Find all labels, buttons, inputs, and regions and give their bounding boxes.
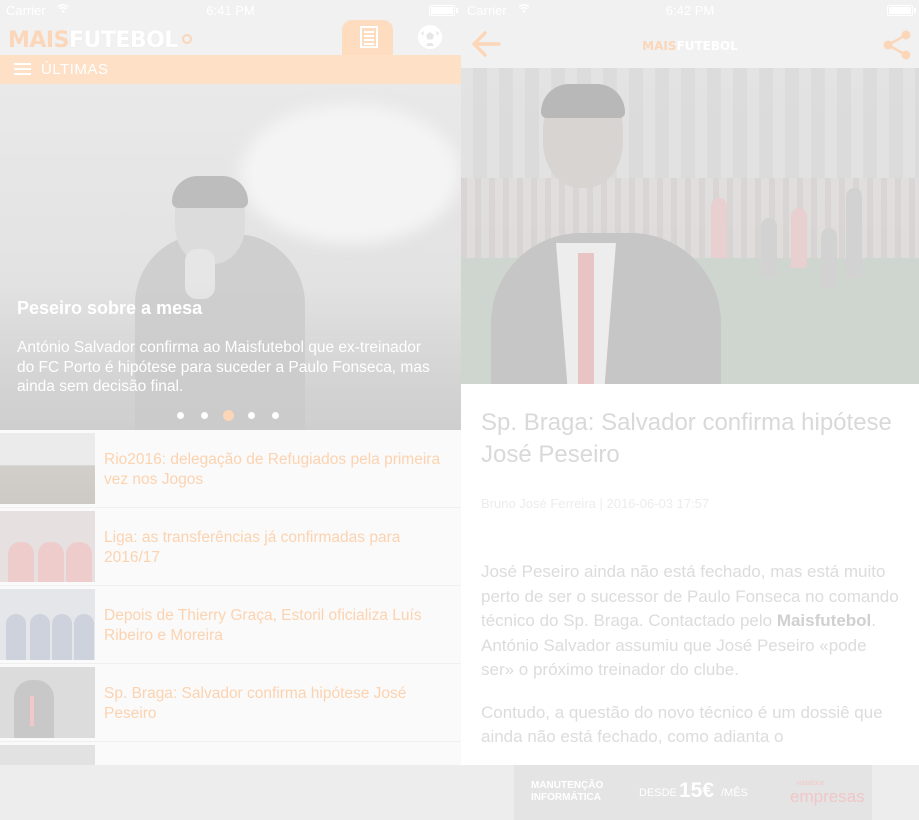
news-thumbnail: [0, 589, 95, 660]
article-body: José Peseiro ainda não está fechado, mas…: [481, 560, 901, 768]
ad-period: /MÊS: [721, 787, 748, 799]
news-headline: Rio2016: delegação de Refugiados pela pr…: [104, 451, 441, 488]
featured-title[interactable]: Peseiro sobre a mesa: [17, 298, 202, 319]
clock: 6:41 PM: [206, 3, 255, 18]
app-logo: MAISFUTEBOL: [8, 28, 192, 53]
article-header: MAISFUTEBOL: [461, 20, 919, 68]
clock: 6:42 PM: [665, 3, 715, 18]
news-headline: Liga: as transferências já confirmadas p…: [104, 529, 401, 566]
news-thumbnail: [0, 511, 95, 582]
tab-news[interactable]: [342, 20, 393, 55]
news-headline: Sp. Braga: Salvador confirma hipótese Jo…: [104, 685, 407, 722]
news-headline: Depois de Thierry Graça, Estoril oficial…: [104, 607, 422, 644]
ad-brand: empresas: [790, 787, 865, 806]
ad-desde: DESDE: [639, 787, 677, 799]
battery-icon: [887, 5, 916, 16]
ad-price: 15€: [679, 779, 715, 802]
ad-brand-logo: vodafone: [796, 780, 825, 787]
page-dot[interactable]: [201, 412, 208, 420]
news-thumbnail: [0, 667, 95, 738]
carousel-page-indicator[interactable]: [177, 407, 296, 422]
status-bar: Carrier 6:42 PM: [461, 0, 919, 20]
featured-carousel[interactable]: Peseiro sobre a mesa António Salvador co…: [0, 84, 461, 430]
ad-text: MANUTENÇÃO INFORMÁTICA: [531, 780, 604, 803]
list-item[interactable]: Sp. Braga: Salvador confirma hipótese Jo…: [0, 664, 461, 742]
menu-icon[interactable]: [14, 63, 31, 76]
logo-mark-icon: [181, 34, 192, 44]
article-title: Sp. Braga: Salvador confirma hipótese Jo…: [481, 409, 892, 468]
news-list-screen: Carrier 6:41 PM MAISFUTEBOL ÚLTIMAS Pese: [0, 0, 461, 820]
page-dot[interactable]: [272, 412, 279, 420]
news-list: Rio2016: delegação de Refugiados pela pr…: [0, 430, 461, 820]
article-paragraph: José Peseiro ainda não está fechado, mas…: [481, 562, 899, 679]
list-item[interactable]: Liga: as transferências já confirmadas p…: [0, 508, 461, 586]
featured-summary: António Salvador confirma ao Maisfutebol…: [17, 339, 430, 395]
status-bar: Carrier 6:41 PM: [0, 0, 461, 20]
page-dot[interactable]: [248, 412, 255, 420]
article-photo: [461, 68, 919, 384]
app-header: MAISFUTEBOL: [0, 20, 461, 55]
list-item[interactable]: Rio2016: delegação de Refugiados pela pr…: [0, 430, 461, 508]
article-paragraph: Contudo, a questão do novo técnico é um …: [481, 702, 883, 747]
app-logo: MAISFUTEBOL: [642, 39, 738, 53]
article-byline: Bruno José Ferreira | 2016-06-03 17:57: [481, 496, 710, 511]
bold-mention: Maisfutebol: [776, 611, 872, 630]
list-item[interactable]: Depois de Thierry Graça, Estoril oficial…: [0, 586, 461, 664]
section-bar: ÚLTIMAS: [0, 55, 461, 84]
section-title: ÚLTIMAS: [41, 61, 109, 78]
battery-icon: [429, 5, 458, 16]
page-dot[interactable]: [177, 412, 184, 420]
news-thumbnail: [0, 433, 95, 504]
ad-banner[interactable]: MANUTENÇÃO INFORMÁTICA DESDE 15€ /MÊS vod…: [514, 765, 872, 820]
share-icon[interactable]: [881, 29, 913, 61]
article-screen: Carrier 6:42 PM MAISFUTEBOL Sp. Braga: S…: [461, 0, 919, 820]
soccer-ball-icon[interactable]: [417, 24, 443, 50]
newspaper-icon: [360, 26, 378, 48]
